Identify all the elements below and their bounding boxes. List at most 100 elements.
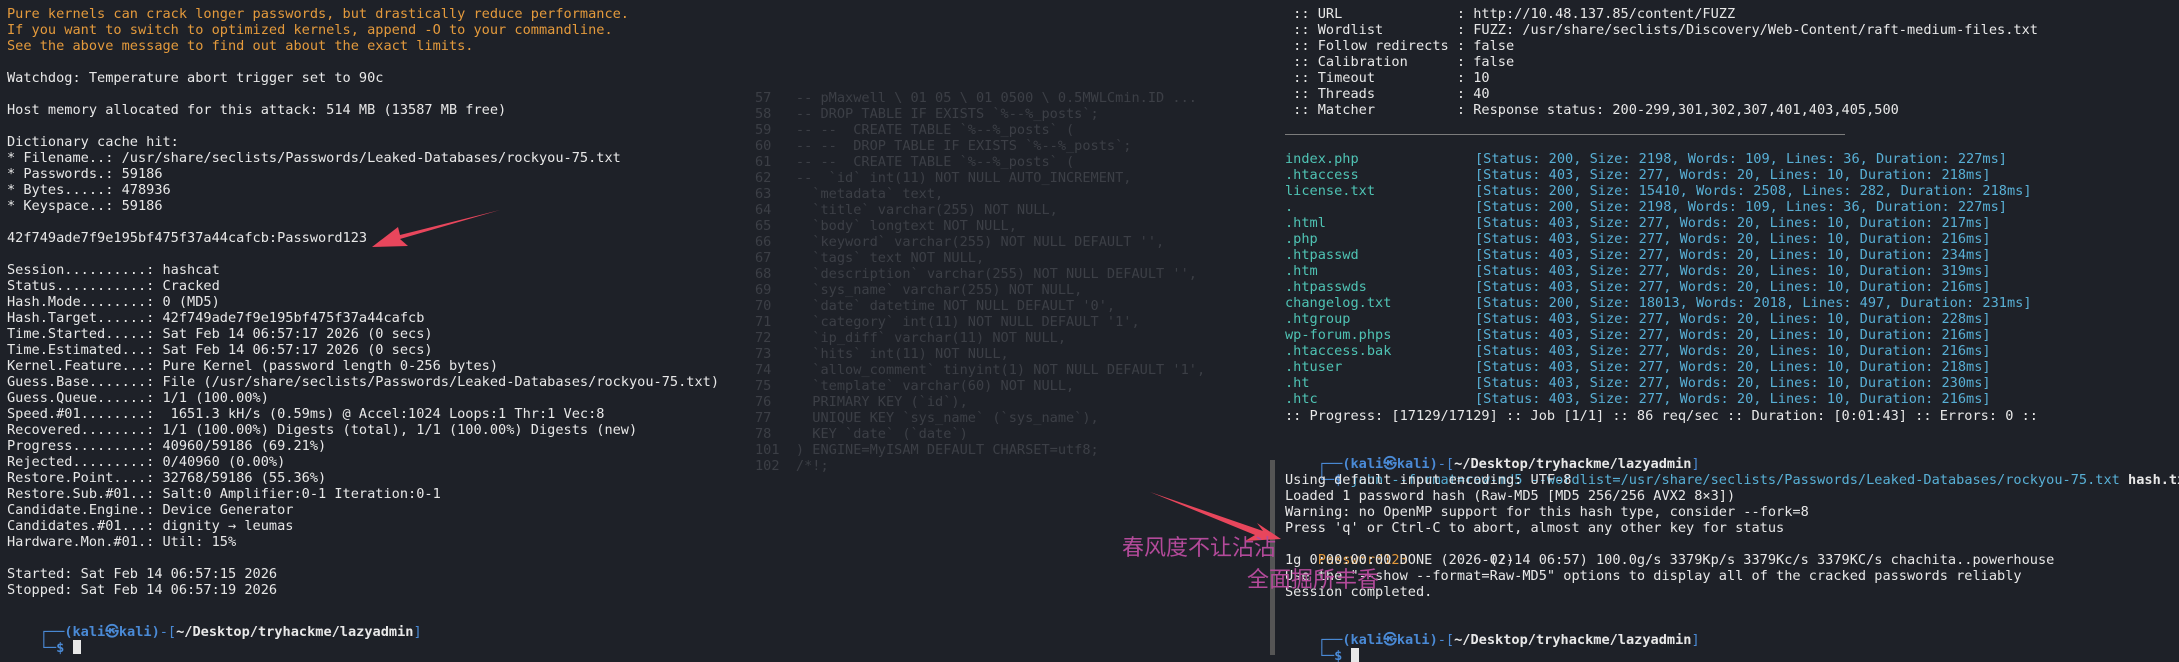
background-code-line: 73 `hits` int(11) NOT NULL,: [755, 346, 1009, 362]
ffuf-result-row: .htm [Status: 403, Size: 277, Words: 20, …: [1285, 263, 1991, 279]
background-code-line: 74 `allow_comment` tinyint(1) NOT NULL D…: [755, 362, 1206, 378]
ffuf-result-status: [Status: 200, Size: 2198, Words: 109, Li…: [1475, 199, 2007, 215]
ffuf-result-name: changelog.txt: [1285, 295, 1392, 311]
ffuf-result-row: wp-forum.phps [Status: 403, Size: 277, Wo…: [1285, 327, 1991, 343]
hashcat-line: * Keyspace..: 59186: [7, 198, 163, 214]
prompt-bracket-close: ]: [413, 624, 422, 640]
hashcat-line: Session..........: hashcat: [7, 262, 220, 278]
left-prompt-input[interactable]: └─$: [7, 624, 81, 656]
hashcat-line: Status...........: Cracked: [7, 278, 220, 294]
hashcat-line: Kernel.Feature...: Pure Kernel (password…: [7, 358, 499, 374]
right-terminal[interactable]: :: URL : http://10.48.137.85/content/FUZ…: [1277, 0, 2179, 662]
background-code-line: 66 `keyword` varchar(255) NOT NULL DEFAU…: [755, 234, 1165, 250]
ffuf-result-name: .htgroup: [1285, 311, 1351, 327]
background-editor: 57 -- pMaxwell \ 01 05 \ 01 0500 \ 0.5MW…: [745, 0, 1265, 500]
background-code-line: 60 -- -- DROP TABLE IF EXISTS `%--%_post…: [755, 138, 1132, 154]
hashcat-line: Speed.#01........: 1651.3 kH/s (0.59ms) …: [7, 406, 605, 422]
hashcat-line: Time.Started.....: Sat Feb 14 06:57:17 2…: [7, 326, 433, 342]
prompt-path: ~/Desktop/tryhackme/lazyadmin: [176, 624, 414, 640]
prompt-bracket-open: -[: [1437, 632, 1455, 648]
ffuf-result-name: license.txt: [1285, 183, 1376, 199]
background-code-line: 62 -- `id` int(11) NOT NULL AUTO_INCREME…: [755, 170, 1132, 186]
prompt-bracket-close: ]: [1691, 632, 1700, 648]
ffuf-result-row: . [Status: 200, Size: 2198, Words: 109, L…: [1285, 199, 2007, 215]
background-code-line: 65 `body` longtext NOT NULL,: [755, 218, 1017, 234]
cracked-line: Password123 (?): [1285, 536, 1514, 568]
john-output-line: Using default input encoding: UTF-8: [1285, 472, 1572, 488]
background-code-line: 78 KEY `date` (`date`): [755, 426, 968, 442]
ffuf-config-line: :: Follow redirects : false: [1285, 38, 1515, 54]
prompt-symbol: $: [56, 640, 65, 656]
hashcat-line: * Filename..: /usr/share/seclists/Passwo…: [7, 150, 621, 166]
background-code-line: 67 `tags` text NOT NULL,: [755, 250, 985, 266]
ffuf-result-row: .ht [Status: 403, Size: 277, Words: 20, L…: [1285, 375, 1991, 391]
ffuf-result-name: .htaccess.bak: [1285, 343, 1392, 359]
background-code-line: 70 `date` datetime NOT NULL DEFAULT '0',: [755, 298, 1116, 314]
ffuf-result-name: .htc: [1285, 391, 1318, 407]
prompt-frame-bottom: └─: [39, 640, 57, 656]
left-terminal[interactable]: Pure kernels can crack longer passwords,…: [0, 0, 760, 662]
ffuf-result-status: [Status: 403, Size: 277, Words: 20, Line…: [1475, 391, 1991, 407]
ffuf-result-row: .htaccess [Status: 403, Size: 277, Words:…: [1285, 167, 1991, 183]
background-code-line: 71 `category` int(11) NOT NULL DEFAULT '…: [755, 314, 1140, 330]
ffuf-result-name: .php: [1285, 231, 1318, 247]
ffuf-result-status: [Status: 403, Size: 277, Words: 20, Line…: [1475, 343, 1991, 359]
ffuf-result-status: [Status: 403, Size: 277, Words: 20, Line…: [1475, 167, 1991, 183]
ffuf-result-row: .htc [Status: 403, Size: 277, Words: 20, …: [1285, 391, 1991, 407]
background-code-line: 59 -- -- CREATE TABLE `%--%_posts` (: [755, 122, 1075, 138]
right-prompt2-line: ┌──(kali㉿kali)-[~/Desktop/tryhackme/lazy…: [1285, 616, 1700, 648]
prompt-bracket-open: -[: [159, 624, 177, 640]
background-code-line: 76 PRIMARY KEY (`id`),: [755, 394, 968, 410]
ffuf-config-line: :: Threads : 40: [1285, 86, 1490, 102]
hashcat-line: Hash.Mode........: 0 (MD5): [7, 294, 220, 310]
ffuf-result-row: .htaccess.bak [Status: 403, Size: 277, Wo…: [1285, 343, 1991, 359]
prompt-frame-bottom: └─: [1317, 648, 1335, 662]
ffuf-result-status: [Status: 200, Size: 15410, Words: 2508, …: [1475, 183, 2032, 199]
ffuf-result-status: [Status: 403, Size: 277, Words: 20, Line…: [1475, 327, 1991, 343]
ffuf-result-row: .htuser [Status: 403, Size: 277, Words: 2…: [1285, 359, 1991, 375]
ffuf-result-status: [Status: 403, Size: 277, Words: 20, Line…: [1475, 263, 1991, 279]
ffuf-result-status: [Status: 403, Size: 277, Words: 20, Line…: [1475, 375, 1991, 391]
background-code-line: 77 UNIQUE KEY `sys_name` (`sys_name`),: [755, 410, 1099, 426]
hashcat-line: Dictionary cache hit:: [7, 134, 179, 150]
hashcat-line: Time.Estimated...: Sat Feb 14 06:57:17 2…: [7, 342, 433, 358]
ffuf-result-status: [Status: 200, Size: 18013, Words: 2018, …: [1475, 295, 2032, 311]
ffuf-result-status: [Status: 403, Size: 277, Words: 20, Line…: [1475, 311, 1991, 327]
john-output-line: Use the "--show --format=Raw-MD5" option…: [1285, 568, 2022, 584]
right-prompt2-input[interactable]: └─$: [1285, 632, 1359, 662]
ffuf-result-name: .htm: [1285, 263, 1318, 279]
ffuf-result-name: wp-forum.phps: [1285, 327, 1392, 343]
prompt-path: ~/Desktop/tryhackme/lazyadmin: [1454, 632, 1692, 648]
hashcat-line: Host memory allocated for this attack: 5…: [7, 102, 507, 118]
warning-line-3: See the above message to find out about …: [7, 38, 474, 54]
ffuf-result-row: .htpasswd [Status: 403, Size: 277, Words:…: [1285, 247, 1991, 263]
hashcat-line: Stopped: Sat Feb 14 06:57:19 2026: [7, 582, 278, 598]
ffuf-result-name: .htaccess: [1285, 167, 1359, 183]
ffuf-result-name: .htpasswds: [1285, 279, 1367, 295]
ffuf-result-row: .html [Status: 403, Size: 277, Words: 20,…: [1285, 215, 1991, 231]
hashcat-line: Candidates.#01...: dignity → leumas: [7, 518, 294, 534]
ffuf-result-status: [Status: 403, Size: 277, Words: 20, Line…: [1475, 247, 1991, 263]
hashcat-line: Hardware.Mon.#01.: Util: 15%: [7, 534, 237, 550]
warning-line-2: If you want to switch to optimized kerne…: [7, 22, 613, 38]
john-output-line: Press 'q' or Ctrl-C to abort, almost any…: [1285, 520, 1785, 536]
hashcat-line: Rejected.........: 0/40960 (0.00%): [7, 454, 286, 470]
background-code-line: 72 `ip_diff` varchar(11) NOT NULL,: [755, 330, 1066, 346]
hashcat-line: Hash.Target......: 42f749ade7f9e195bf475…: [7, 310, 425, 326]
separator-rule: [1285, 134, 1845, 135]
background-code-line: 75 `template` varchar(60) NOT NULL,: [755, 378, 1075, 394]
hashcat-line: Guess.Queue......: 1/1 (100.00%): [7, 390, 269, 406]
hashcat-line: Started: Sat Feb 14 06:57:15 2026: [7, 566, 278, 582]
ffuf-result-name: .html: [1285, 215, 1326, 231]
hashcat-line: Recovered........: 1/1 (100.00%) Digests…: [7, 422, 638, 438]
hashcat-line: Progress.........: 40960/59186 (69.21%): [7, 438, 327, 454]
background-code-line: 61 -- -- CREATE TABLE `%--%_posts` (: [755, 154, 1075, 170]
hashcat-line: Candidate.Engine.: Device Generator: [7, 502, 294, 518]
background-code-line: 57 -- pMaxwell \ 01 05 \ 01 0500 \ 0.5MW…: [755, 90, 1197, 106]
cracked-hash-line: 42f749ade7f9e195bf475f37a44cafcb:Passwor…: [7, 230, 368, 246]
ffuf-config-line: :: URL : http://10.48.137.85/content/FUZ…: [1285, 6, 1736, 22]
john-file: hash.txt: [2128, 472, 2179, 488]
left-prompt-line: ┌──(kali㉿kali)-[~/Desktop/tryhackme/lazy…: [7, 608, 422, 640]
prompt-symbol: $: [1334, 648, 1343, 662]
hashcat-line: * Bytes.....: 478936: [7, 182, 171, 198]
